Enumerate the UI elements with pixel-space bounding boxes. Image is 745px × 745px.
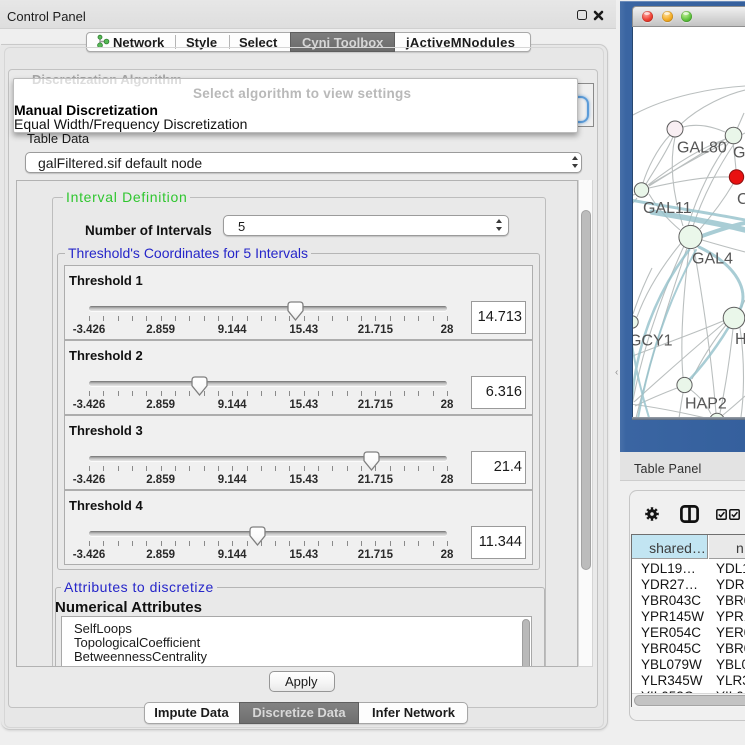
svg-text:H: H <box>735 331 745 348</box>
svg-text:G.: G. <box>733 145 745 162</box>
svg-text:GAL80: GAL80 <box>677 140 727 157</box>
svg-text:GCY1: GCY1 <box>633 333 673 350</box>
svg-text:C: C <box>737 191 745 208</box>
svg-text:GAL4: GAL4 <box>692 251 733 268</box>
svg-text:HAP2: HAP2 <box>685 396 727 413</box>
svg-text:GAL11: GAL11 <box>643 200 692 217</box>
